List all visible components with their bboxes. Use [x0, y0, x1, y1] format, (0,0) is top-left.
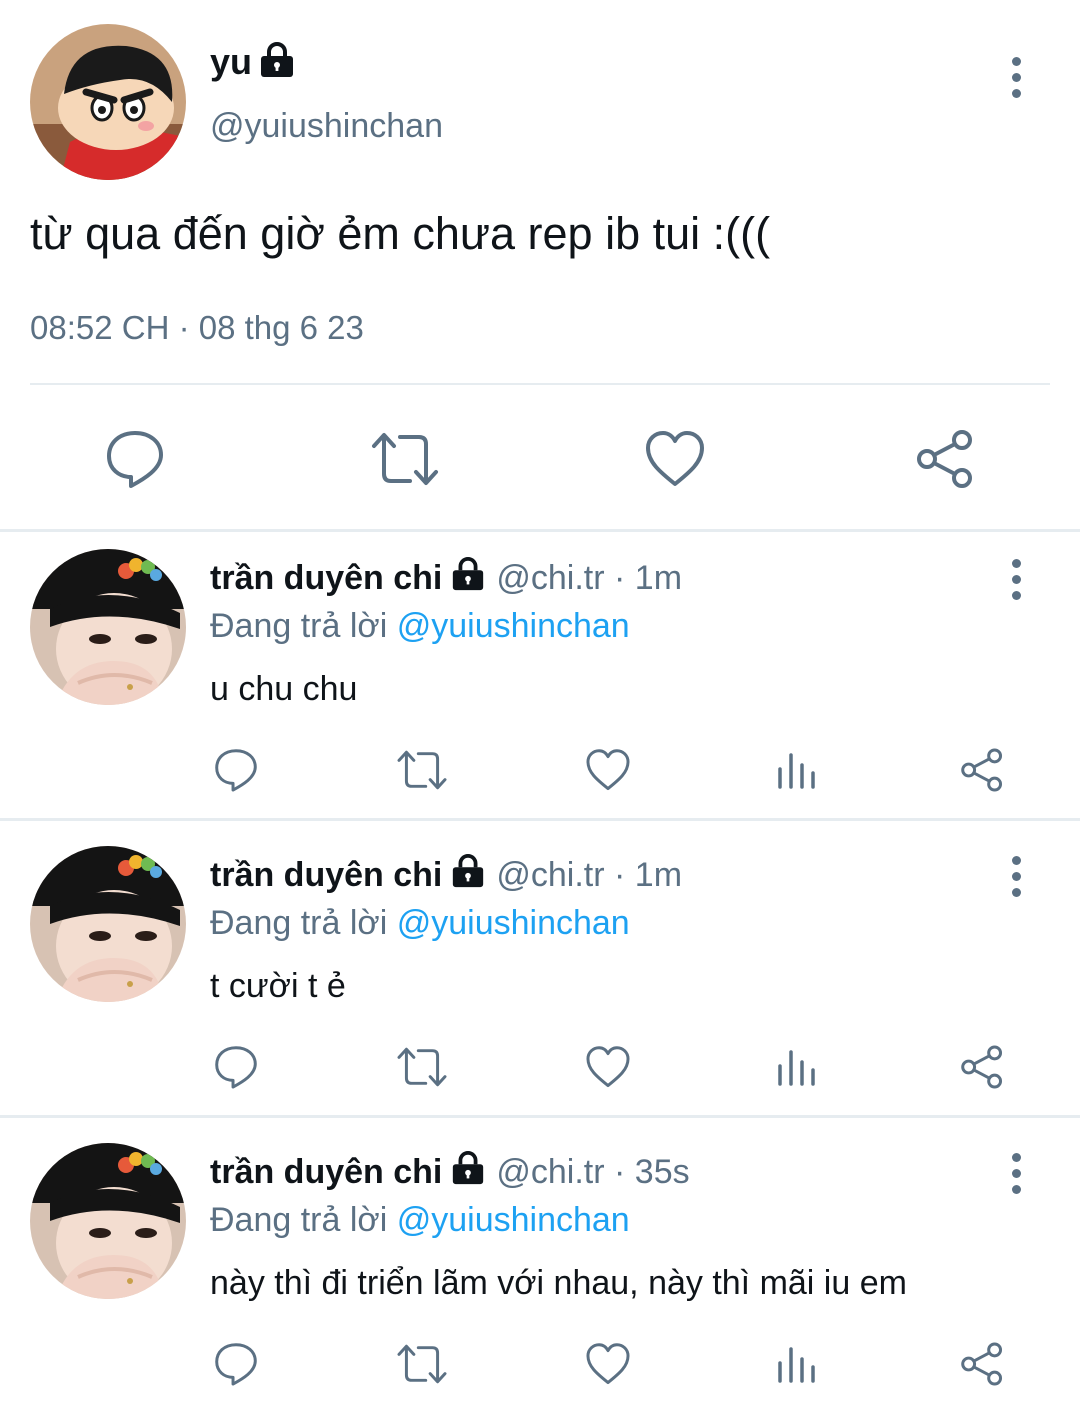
reply-text: u chu chu [210, 670, 358, 708]
replying-to: Đang trả lời @yuiushinchan [210, 1201, 630, 1239]
reply-separator [0, 818, 1080, 821]
reply-handle[interactable]: @chi.tr [496, 1153, 604, 1191]
like-icon[interactable] [585, 747, 631, 793]
like-icon[interactable] [585, 1044, 631, 1090]
lock-icon [258, 41, 296, 79]
reply-header: trần duyên chi @chi.tr · 1m [210, 853, 682, 900]
reply-avatar[interactable] [30, 1143, 186, 1299]
author-handle[interactable]: @yuiushinchan [210, 104, 443, 148]
like-icon[interactable] [644, 428, 706, 490]
share-icon[interactable] [959, 1044, 1005, 1090]
retweet-icon[interactable] [396, 747, 448, 793]
reply-time: 35s [634, 1153, 690, 1191]
tweet-timestamp[interactable]: 08:52 CH · 08 thg 6 23 [30, 306, 364, 350]
reply-tweet[interactable]: trần duyên chi @chi.tr · 35s Đang trả lời… [0, 1125, 1080, 1422]
reply-icon[interactable] [213, 1044, 259, 1090]
analytics-icon[interactable] [774, 747, 818, 793]
reply-text: này thì đi triển lãm với nhau, này thì m… [210, 1264, 907, 1302]
divider [30, 383, 1050, 385]
reply-header: trần duyên chi @chi.tr · 1m [210, 556, 682, 603]
reply-author-name[interactable]: trần duyên chi [210, 856, 442, 894]
more-options-icon[interactable] [1012, 856, 1021, 904]
analytics-icon[interactable] [774, 1341, 818, 1387]
reply-tweet[interactable]: trần duyên chi @chi.tr · 1m Đang trả lời … [0, 828, 1080, 1125]
author-name[interactable]: yu [210, 40, 252, 84]
more-options-icon[interactable] [1012, 1153, 1021, 1201]
lock-icon [450, 556, 486, 603]
tweet-text: từ qua đến giờ ẻm chưa rep ib tui :((( [30, 208, 771, 259]
reply-separator [0, 1115, 1080, 1118]
main-avatar[interactable] [30, 24, 186, 180]
replying-to: Đang trả lời @yuiushinchan [210, 607, 630, 645]
reply-icon[interactable] [104, 428, 166, 490]
reply-icon[interactable] [213, 1341, 259, 1387]
mention-link[interactable]: @yuiushinchan [397, 607, 630, 645]
retweet-icon[interactable] [396, 1341, 448, 1387]
reply-author-name[interactable]: trần duyên chi [210, 559, 442, 597]
mention-link[interactable]: @yuiushinchan [397, 904, 630, 942]
replying-to: Đang trả lời @yuiushinchan [210, 904, 630, 942]
reply-icon[interactable] [213, 747, 259, 793]
more-options-icon[interactable] [1012, 559, 1021, 607]
lock-icon [450, 853, 486, 900]
more-options-icon[interactable] [1012, 57, 1021, 105]
like-icon[interactable] [585, 1341, 631, 1387]
share-icon[interactable] [959, 747, 1005, 793]
reply-author-name[interactable]: trần duyên chi [210, 1153, 442, 1191]
share-icon[interactable] [914, 428, 976, 490]
reply-header: trần duyên chi @chi.tr · 35s [210, 1150, 690, 1197]
retweet-icon[interactable] [396, 1044, 448, 1090]
lock-icon [450, 1150, 486, 1197]
reply-handle[interactable]: @chi.tr [496, 856, 604, 894]
retweet-icon[interactable] [370, 428, 440, 490]
reply-tweet[interactable]: trần duyên chi @chi.tr · 1m Đang trả lời … [0, 531, 1080, 828]
reply-time: 1m [634, 856, 683, 894]
share-icon[interactable] [959, 1341, 1005, 1387]
reply-time: 1m [634, 559, 683, 597]
analytics-icon[interactable] [774, 1044, 818, 1090]
reply-avatar[interactable] [30, 549, 186, 705]
reply-avatar[interactable] [30, 846, 186, 1002]
reply-handle[interactable]: @chi.tr [496, 559, 604, 597]
reply-text: t cười t ẻ [210, 967, 346, 1005]
mention-link[interactable]: @yuiushinchan [397, 1201, 630, 1239]
